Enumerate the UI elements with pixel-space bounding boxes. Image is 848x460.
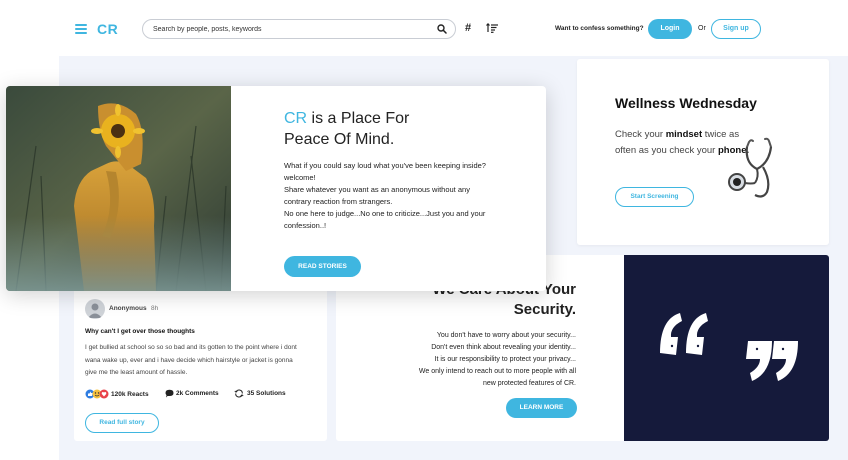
- reactions-icon: [85, 389, 109, 399]
- story-card: Anonymous 8h Why can't I get over those …: [74, 285, 327, 441]
- reacts-stat[interactable]: 120k Reacts: [85, 389, 149, 399]
- page: CR # Want to confess something? Login Or…: [0, 0, 848, 460]
- avatar: [85, 299, 105, 319]
- comments-count: 2k Comments: [176, 390, 219, 397]
- read-full-story-button[interactable]: Read full story: [85, 413, 159, 433]
- story-body: I get bullied at school so so so bad and…: [85, 344, 297, 376]
- hero-photo: [6, 86, 231, 291]
- comment-icon: [165, 389, 174, 398]
- search-input[interactable]: [153, 23, 423, 36]
- top-nav: CR # Want to confess something? Login Or…: [0, 0, 848, 56]
- logo[interactable]: CR: [97, 21, 118, 37]
- story-title[interactable]: Why can't I get over those thoughts: [85, 328, 195, 335]
- reacts-count: 120k Reacts: [111, 390, 149, 398]
- solutions-icon: [234, 389, 244, 398]
- wellness-card: Wellness Wednesday Check your mindset tw…: [577, 59, 829, 245]
- hero-title: CR is a Place For Peace Of Mind.: [284, 110, 410, 148]
- security-text: You don't have to worry about your secur…: [418, 332, 576, 387]
- login-button[interactable]: Login: [648, 19, 692, 39]
- solutions-count: 35 Solutions: [247, 390, 286, 397]
- wellness-title: Wellness Wednesday: [615, 95, 757, 111]
- confess-prompt: Want to confess something?: [555, 25, 644, 32]
- read-stories-button[interactable]: READ STORIES: [284, 256, 361, 277]
- quote-marks-icon: [660, 313, 798, 381]
- signup-button[interactable]: Sign up: [711, 19, 761, 39]
- hamburger-menu-icon[interactable]: [75, 24, 87, 34]
- comments-stat[interactable]: 2k Comments: [165, 389, 219, 398]
- or-text: Or: [698, 25, 706, 32]
- sort-icon[interactable]: [486, 23, 498, 33]
- story-author: Anonymous: [109, 305, 147, 312]
- stethoscope-icon: [728, 137, 773, 198]
- story-age: 8h: [151, 305, 159, 312]
- user-icon: [88, 303, 102, 318]
- quote-panel: [624, 255, 829, 441]
- search-bar[interactable]: [142, 19, 456, 39]
- search-icon[interactable]: [437, 24, 447, 34]
- hero-text: What if you could say loud what you've b…: [284, 161, 486, 230]
- hashtag-icon[interactable]: #: [465, 22, 471, 34]
- learn-more-button[interactable]: LEARN MORE: [506, 398, 577, 418]
- start-screening-button[interactable]: Start Screening: [615, 187, 694, 207]
- solutions-stat[interactable]: 35 Solutions: [234, 389, 286, 398]
- hero-card: CR is a Place For Peace Of Mind. What if …: [6, 86, 546, 291]
